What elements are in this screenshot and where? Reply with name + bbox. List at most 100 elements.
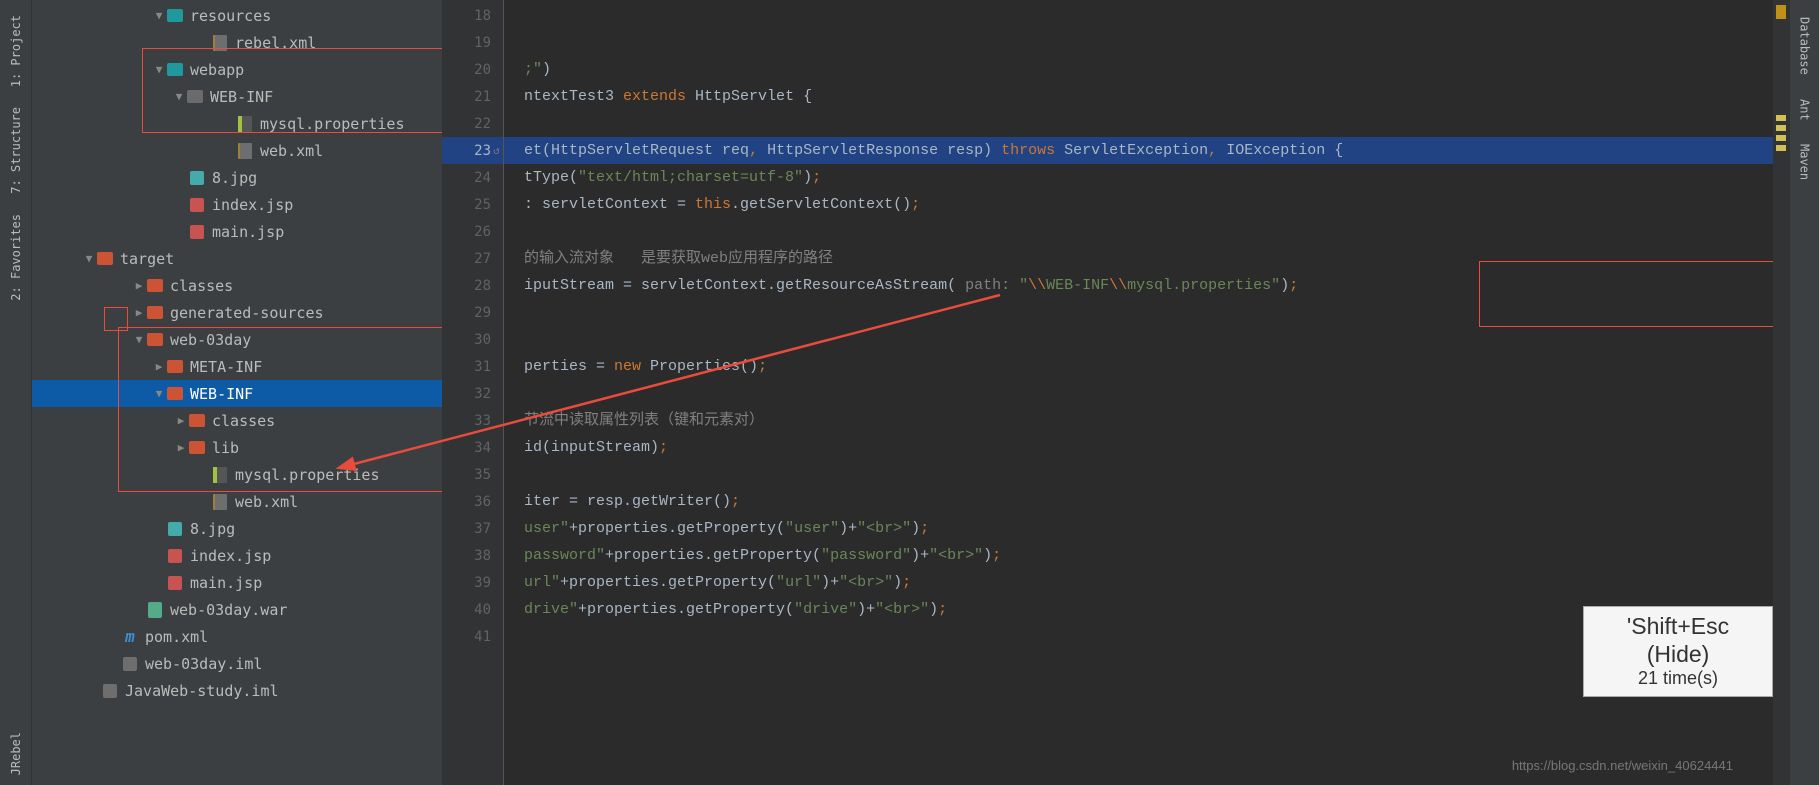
tree-item-resources[interactable]: ▼resources xyxy=(32,2,442,29)
code-line[interactable] xyxy=(504,2,1773,29)
code-line[interactable]: user"+properties.getProperty("user")+"<b… xyxy=(504,515,1773,542)
code-line[interactable]: tType("text/html;charset=utf-8"); xyxy=(504,164,1773,191)
stripe-marker[interactable] xyxy=(1776,125,1786,131)
code-line[interactable]: id(inputStream); xyxy=(504,434,1773,461)
tree-item-main-jsp[interactable]: main.jsp xyxy=(32,569,442,596)
gutter-line[interactable]: 36 xyxy=(442,488,503,515)
gutter-line[interactable]: 31 xyxy=(442,353,503,380)
tree-item-lib[interactable]: ▶lib xyxy=(32,434,442,461)
tool-project[interactable]: 1: Project xyxy=(9,15,23,87)
tree-item-8-jpg[interactable]: 8.jpg xyxy=(32,164,442,191)
tree-item-web-xml[interactable]: web.xml xyxy=(32,137,442,164)
gutter-line[interactable]: 32 xyxy=(442,380,503,407)
code-line[interactable]: : servletContext = this.getServletContex… xyxy=(504,191,1773,218)
gutter-line[interactable]: 25 xyxy=(442,191,503,218)
tree-item-web-03day-iml[interactable]: web-03day.iml xyxy=(32,650,442,677)
tree-item-8-jpg[interactable]: 8.jpg xyxy=(32,515,442,542)
tool-database[interactable]: Database xyxy=(1798,17,1812,75)
code-line[interactable] xyxy=(504,461,1773,488)
tree-item-generated-sources[interactable]: ▶generated-sources xyxy=(32,299,442,326)
tree-item-webapp[interactable]: ▼webapp xyxy=(32,56,442,83)
tree-arrow-icon[interactable]: ▼ xyxy=(152,9,166,22)
tool-structure[interactable]: 7: Structure xyxy=(9,107,23,194)
stripe-marker[interactable] xyxy=(1776,115,1786,121)
stripe-marker[interactable] xyxy=(1776,5,1786,19)
code-editor[interactable]: ;")ntextTest3 extends HttpServlet { et(Ht… xyxy=(504,0,1773,785)
tree-item-web-inf[interactable]: ▼WEB-INF xyxy=(32,380,442,407)
tree-item-javaweb-study-iml[interactable]: JavaWeb-study.iml xyxy=(32,677,442,704)
tree-arrow-icon[interactable]: ▼ xyxy=(152,387,166,400)
code-line[interactable] xyxy=(504,380,1773,407)
tree-arrow-icon[interactable]: ▶ xyxy=(132,306,146,319)
code-line[interactable] xyxy=(504,29,1773,56)
gutter-line[interactable]: 26 xyxy=(442,218,503,245)
tree-item-web-03day-war[interactable]: web-03day.war xyxy=(32,596,442,623)
tree-item-web-inf[interactable]: ▼WEB-INF xyxy=(32,83,442,110)
code-line[interactable] xyxy=(504,218,1773,245)
tree-item-web-03day[interactable]: ▼web-03day xyxy=(32,326,442,353)
tree-arrow-icon[interactable]: ▶ xyxy=(174,441,188,454)
tree-arrow-icon[interactable]: ▶ xyxy=(174,414,188,427)
gutter-line[interactable]: 27 xyxy=(442,245,503,272)
code-line[interactable]: url"+properties.getProperty("url")+"<br>… xyxy=(504,569,1773,596)
tree-item-meta-inf[interactable]: ▶META-INF xyxy=(32,353,442,380)
gutter-line[interactable]: 40 xyxy=(442,596,503,623)
gutter-line[interactable]: 35 xyxy=(442,461,503,488)
tool-ant[interactable]: Ant xyxy=(1798,99,1812,121)
tree-item-mysql-properties[interactable]: mysql.properties xyxy=(32,461,442,488)
tree-arrow-icon[interactable]: ▶ xyxy=(152,360,166,373)
code-line[interactable]: et(HttpServletRequest req, HttpServletRe… xyxy=(504,137,1773,164)
tree-item-web-xml[interactable]: web.xml xyxy=(32,488,442,515)
tree-item-rebel-xml[interactable]: rebel.xml xyxy=(32,29,442,56)
code-line[interactable]: 节流中读取属性列表（键和元素对） xyxy=(504,407,1773,434)
gutter-line[interactable]: 41 xyxy=(442,623,503,650)
code-line[interactable]: ntextTest3 extends HttpServlet { xyxy=(504,83,1773,110)
code-line[interactable] xyxy=(504,299,1773,326)
tool-jrebel[interactable]: JRebel xyxy=(9,732,23,775)
gutter-line[interactable]: 28 xyxy=(442,272,503,299)
tree-item-classes[interactable]: ▶classes xyxy=(32,407,442,434)
tree-item-target[interactable]: ▼target xyxy=(32,245,442,272)
tree-item-classes[interactable]: ▶classes xyxy=(32,272,442,299)
gutter-line[interactable]: 34 xyxy=(442,434,503,461)
gutter-line[interactable]: 20 xyxy=(442,56,503,83)
gutter-line[interactable]: 38 xyxy=(442,542,503,569)
code-line[interactable] xyxy=(504,326,1773,353)
gutter-line[interactable]: 23↺ @ xyxy=(442,137,503,164)
gutter-line[interactable]: 37 xyxy=(442,515,503,542)
gutter-line[interactable]: 21 xyxy=(442,83,503,110)
tree-arrow-icon[interactable]: ▶ xyxy=(132,279,146,292)
tree-item-main-jsp[interactable]: main.jsp xyxy=(32,218,442,245)
tree-arrow-icon[interactable]: ▼ xyxy=(152,63,166,76)
tree-item-pom-xml[interactable]: mpom.xml xyxy=(32,623,442,650)
tree-item-mysql-properties[interactable]: mysql.properties xyxy=(32,110,442,137)
tool-favorites[interactable]: 2: Favorites xyxy=(9,214,23,301)
code-line[interactable]: 的输入流对象 是要获取web应用程序的路径 xyxy=(504,245,1773,272)
code-line[interactable] xyxy=(504,110,1773,137)
error-stripe[interactable] xyxy=(1773,0,1789,785)
tree-arrow-icon[interactable]: ▼ xyxy=(82,252,96,265)
code-line[interactable]: ;") xyxy=(504,56,1773,83)
project-tree[interactable]: ▼resourcesrebel.xml▼webapp▼WEB-INFmysql.… xyxy=(32,0,442,785)
gutter-line[interactable]: 39 xyxy=(442,569,503,596)
tool-maven[interactable]: Maven xyxy=(1798,144,1812,180)
stripe-marker[interactable] xyxy=(1776,135,1786,141)
gutter-line[interactable]: 24 xyxy=(442,164,503,191)
code-line[interactable]: iputStream = servletContext.getResourceA… xyxy=(504,272,1773,299)
gutter-line[interactable]: 33 xyxy=(442,407,503,434)
gutter-line[interactable]: 19 xyxy=(442,29,503,56)
code-line[interactable]: iter = resp.getWriter(); xyxy=(504,488,1773,515)
jsp-icon xyxy=(166,547,184,565)
code-line[interactable]: password"+properties.getProperty("passwo… xyxy=(504,542,1773,569)
tree-arrow-icon[interactable]: ▼ xyxy=(132,333,146,346)
tree-arrow-icon[interactable]: ▼ xyxy=(172,90,186,103)
img-icon xyxy=(188,169,206,187)
code-line[interactable]: perties = new Properties(); xyxy=(504,353,1773,380)
tree-item-index-jsp[interactable]: index.jsp xyxy=(32,542,442,569)
tree-item-index-jsp[interactable]: index.jsp xyxy=(32,191,442,218)
stripe-marker[interactable] xyxy=(1776,145,1786,151)
gutter-line[interactable]: 18 xyxy=(442,2,503,29)
gutter-line[interactable]: 29 xyxy=(442,299,503,326)
gutter-line[interactable]: 30 xyxy=(442,326,503,353)
gutter-line[interactable]: 22 xyxy=(442,110,503,137)
